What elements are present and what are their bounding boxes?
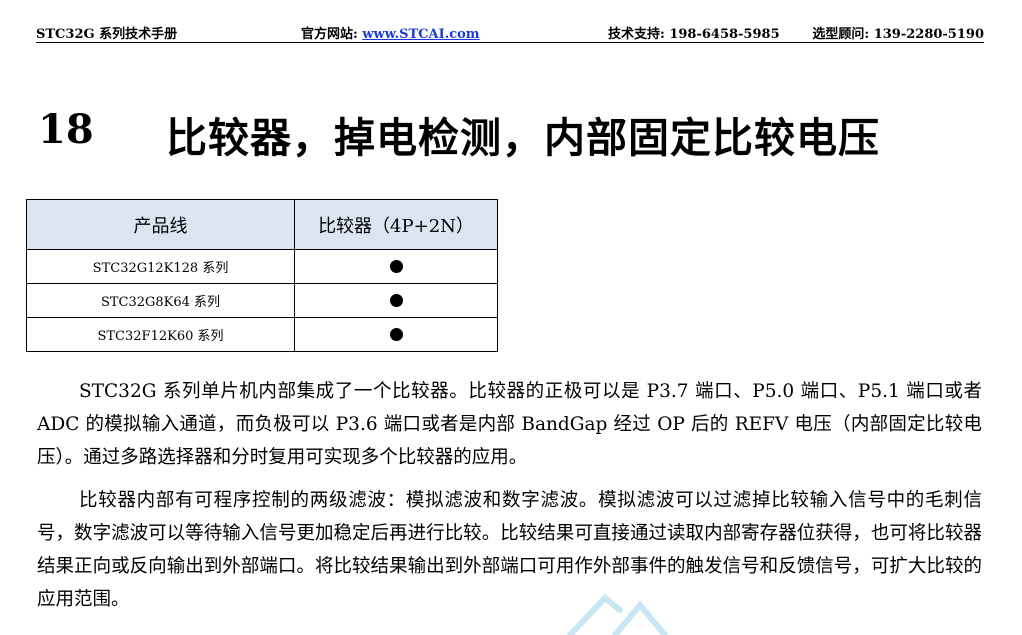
support-cell [294, 317, 498, 352]
chapter-title: 比较器，掉电检测，内部固定比较电压 [166, 114, 880, 162]
body-paragraph-1: STC32G 系列单片机内部集成了一个比较器。比较器的正极可以是 P3.7 端口… [37, 381, 982, 468]
table-row: STC32G8K64 系列 [26, 283, 498, 318]
site-link[interactable]: www.STCAI.com [362, 27, 479, 42]
supported-dot-icon [389, 294, 403, 307]
product-cell: STC32G12K128 系列 [26, 249, 295, 284]
supported-dot-icon [389, 328, 403, 341]
table-header-row: 产品线 比较器（4P+2N） [26, 199, 498, 250]
chapter-number: 18 [38, 106, 94, 153]
product-table: 产品线 比较器（4P+2N） STC32G12K128 系列 STC32G8K6… [26, 199, 498, 352]
col-header-product-line: 产品线 [26, 199, 295, 250]
table-row: STC32F12K60 系列 [26, 317, 498, 352]
product-cell: STC32F12K60 系列 [26, 317, 295, 352]
supported-dot-icon [389, 260, 403, 273]
site-label: 官方网站: [301, 27, 363, 42]
watermark-logo-icon [567, 593, 668, 635]
support-phone: 技术支持: 198-6458-5985 [608, 27, 780, 42]
body-paragraph-2: 比较器内部有可程序控制的两级滤波：模拟滤波和数字滤波。模拟滤波可以过滤掉比较输入… [37, 490, 982, 610]
support-cell [294, 249, 498, 284]
col-header-comparator: 比较器（4P+2N） [294, 199, 498, 250]
product-cell: STC32G8K64 系列 [26, 283, 295, 318]
table-row: STC32G12K128 系列 [26, 249, 498, 284]
doc-title: STC32G 系列技术手册 [36, 27, 178, 42]
official-site: 官方网站: www.STCAI.com [301, 23, 480, 42]
page-header: STC32G 系列技术手册 官方网站: www.STCAI.com 技术支持: … [36, 20, 984, 43]
support-cell [294, 283, 498, 318]
sales-phone: 选型顾问: 139-2280-5190 [812, 27, 984, 42]
